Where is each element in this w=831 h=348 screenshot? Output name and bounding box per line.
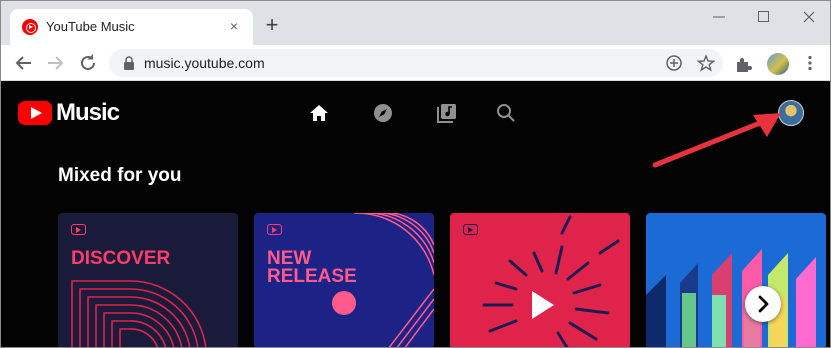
maximize-icon[interactable]	[751, 7, 775, 27]
browser-toolbar: music.youtube.com	[1, 45, 830, 81]
tab-strip: YouTube Music × +	[1, 1, 830, 45]
lock-icon[interactable]	[121, 55, 137, 71]
youtube-music-app: Music Mixed for you DISCOVER NEW RELEASE	[1, 81, 830, 347]
add-circle-icon[interactable]	[665, 54, 683, 72]
bookmark-star-icon[interactable]	[696, 54, 716, 72]
youtube-play-logo-icon	[18, 101, 52, 125]
playlist-card-discover[interactable]: DISCOVER	[58, 213, 238, 347]
address-bar[interactable]: music.youtube.com	[109, 49, 723, 77]
card-label: DISCOVER	[71, 248, 171, 269]
tab-title: YouTube Music	[46, 19, 135, 34]
carousel-next-button[interactable]	[745, 286, 781, 322]
tab-youtube-music[interactable]: YouTube Music ×	[10, 9, 253, 45]
youtube-mini-icon	[71, 224, 86, 235]
youtube-mini-icon	[267, 224, 282, 235]
reload-icon[interactable]	[76, 51, 100, 75]
card-label-line2: RELEASE	[267, 266, 357, 287]
kebab-menu-icon[interactable]	[801, 54, 819, 72]
playlist-card-new-release[interactable]: NEW RELEASE	[254, 213, 434, 347]
search-icon[interactable]	[495, 102, 517, 124]
minimize-icon[interactable]	[707, 7, 731, 27]
logo-text: Music	[56, 99, 120, 126]
section-title: Mixed for you	[58, 165, 182, 186]
explore-compass-icon[interactable]	[372, 102, 394, 124]
annotation-arrow	[652, 113, 781, 168]
close-icon[interactable]	[797, 7, 821, 27]
back-arrow-icon[interactable]	[12, 51, 36, 75]
colorful-bars-artwork	[646, 249, 816, 347]
home-icon[interactable]	[308, 102, 330, 124]
library-icon[interactable]	[436, 102, 458, 124]
extensions-puzzle-icon[interactable]	[734, 54, 754, 74]
youtube-music-logo[interactable]: Music	[18, 99, 120, 127]
new-tab-button[interactable]: +	[262, 14, 282, 36]
playlist-card-colorful[interactable]	[646, 213, 826, 347]
playlist-card-mix[interactable]	[450, 213, 630, 347]
browser-profile-avatar[interactable]	[767, 53, 789, 75]
youtube-mini-icon	[463, 224, 478, 235]
tab-close-icon[interactable]: ×	[225, 17, 243, 35]
chevron-right-icon	[758, 295, 769, 313]
browser-window: YouTube Music × + music.youtube.com Musi…	[0, 0, 831, 348]
forward-arrow-icon[interactable]	[43, 51, 67, 75]
youtube-music-favicon-icon	[22, 19, 38, 35]
url-text[interactable]: music.youtube.com	[144, 55, 265, 71]
